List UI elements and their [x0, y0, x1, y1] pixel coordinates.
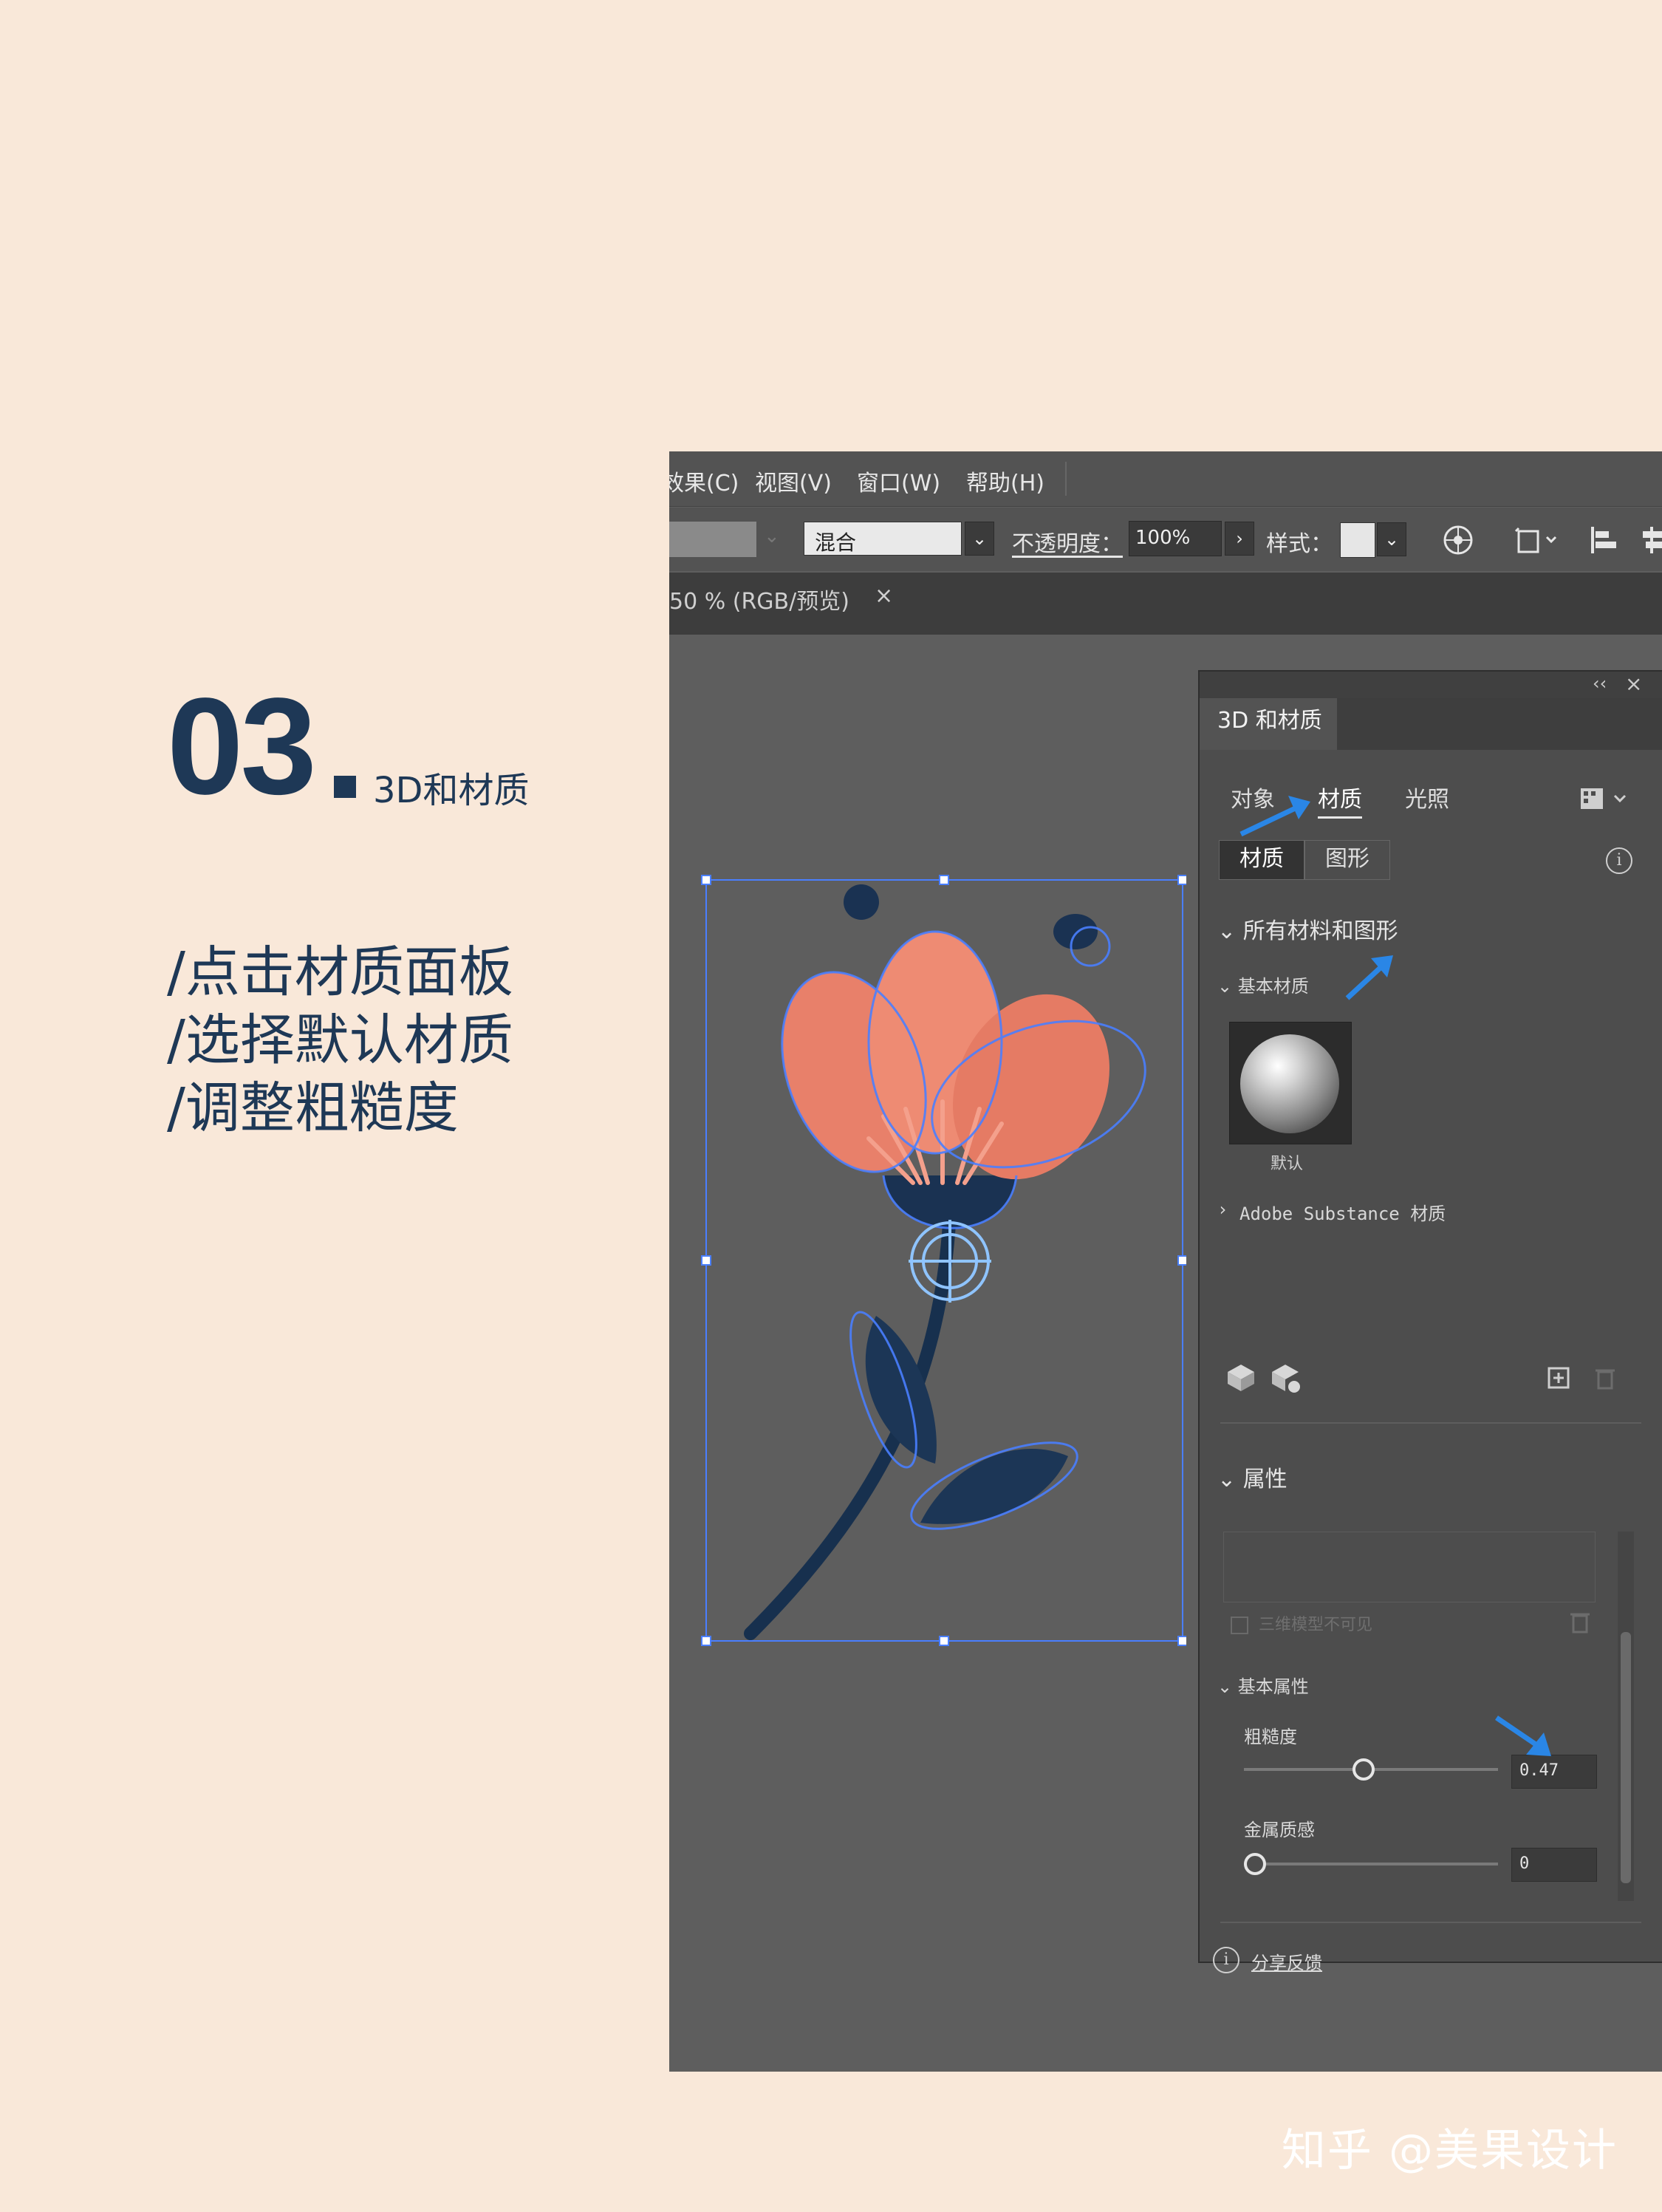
- menu-help[interactable]: 帮助(H): [966, 465, 1044, 497]
- apply-material-icon[interactable]: [1222, 1359, 1303, 1396]
- panel-menu-icon[interactable]: [1578, 784, 1629, 813]
- style-label: 样式：: [1266, 531, 1333, 557]
- properties-heading[interactable]: ⌄ 属性: [1217, 1461, 1287, 1493]
- close-icon[interactable]: ×: [875, 583, 893, 609]
- divider: [1220, 1922, 1641, 1923]
- menu-view[interactable]: 视图(V): [755, 465, 832, 497]
- leaf-lower: [920, 1449, 1068, 1524]
- align-left-icon[interactable]: [1588, 524, 1621, 556]
- 3d-materials-panel: ‹‹ × 3D 和材质 对象 材质 光照 材质 图形 i ⌄ 所有材料和图形 ⌄…: [1198, 670, 1662, 1973]
- tab-materials[interactable]: 材质: [1318, 781, 1362, 819]
- flower-artwork[interactable]: [699, 873, 1186, 1648]
- sphere-preview: [1240, 1034, 1339, 1133]
- basic-materials-heading[interactable]: ⌄ 基本材质: [1217, 972, 1309, 997]
- chevron-down-icon: ⌄: [1217, 1676, 1238, 1697]
- opacity-label[interactable]: 不透明度：: [1012, 525, 1123, 558]
- menu-bar: 效果(C) 视图(V) 窗口(W) 帮助(H): [669, 451, 1662, 507]
- chevron-down-icon: ⌄: [971, 528, 988, 549]
- scrollbar-thumb[interactable]: [1621, 1632, 1631, 1883]
- opacity-expand-button[interactable]: ›: [1225, 522, 1254, 556]
- illustrator-window: 效果(C) 视图(V) 窗口(W) 帮助(H) ⌄ 混合 ⌄ 不透明度： 100…: [669, 451, 1662, 2072]
- segment-materials[interactable]: 材质: [1219, 840, 1304, 880]
- trash-icon[interactable]: [1594, 1366, 1616, 1391]
- close-icon[interactable]: ×: [1625, 672, 1642, 696]
- substance-materials-heading[interactable]: › Adobe Substance 材质: [1217, 1199, 1446, 1225]
- annotation-arrow-icon: [1239, 796, 1310, 837]
- step-number-dot: [334, 776, 356, 798]
- bud-right: [1053, 914, 1098, 949]
- info-icon[interactable]: i: [1213, 1947, 1239, 1973]
- info-icon[interactable]: i: [1606, 847, 1632, 874]
- chevron-down-icon[interactable]: ⌄: [764, 525, 780, 547]
- metallic-slider-knob[interactable]: [1244, 1853, 1266, 1875]
- tab-lighting[interactable]: 光照: [1405, 781, 1449, 813]
- blend-mode-field[interactable]: 混合: [804, 522, 962, 556]
- segment-graphics[interactable]: 图形: [1304, 840, 1390, 880]
- invisible-checkbox[interactable]: [1231, 1617, 1248, 1634]
- roughness-slider-track[interactable]: [1244, 1758, 1498, 1781]
- chevron-down-icon: ⌄: [1217, 976, 1238, 997]
- panel-title-tab[interactable]: 3D 和材质: [1200, 698, 1337, 750]
- instruction-item: /选择默认材质: [167, 1008, 513, 1072]
- trash-icon[interactable]: [1569, 1610, 1591, 1635]
- chevron-down-icon: ⌄: [1384, 529, 1400, 550]
- menu-separator: [1065, 462, 1067, 496]
- properties-list: [1223, 1532, 1596, 1602]
- opacity-input[interactable]: 100%: [1129, 521, 1222, 556]
- step-number: 03: [167, 670, 317, 823]
- metallic-input[interactable]: 0: [1511, 1848, 1597, 1882]
- default-material-label: 默认: [1271, 1155, 1304, 1173]
- roughness-label: 粗糙度: [1244, 1727, 1297, 1747]
- basic-properties-heading[interactable]: ⌄ 基本属性: [1217, 1672, 1309, 1698]
- invisible-checkbox-row[interactable]: 三维模型不可见: [1231, 1611, 1372, 1635]
- blend-mode-dropdown[interactable]: ⌄: [965, 522, 994, 556]
- chevron-down-icon: ⌄: [1217, 918, 1243, 944]
- menu-effect[interactable]: 效果(C): [669, 465, 739, 497]
- share-feedback-link[interactable]: 分享反馈: [1251, 1948, 1322, 1974]
- all-materials-heading[interactable]: ⌄ 所有材料和图形: [1217, 912, 1398, 945]
- stroke-field[interactable]: [669, 522, 756, 557]
- default-material-thumbnail[interactable]: [1229, 1022, 1352, 1144]
- collapse-icon[interactable]: ‹‹: [1593, 673, 1607, 694]
- chevron-right-icon: ›: [1217, 1199, 1228, 1220]
- annotation-arrow-icon: [1495, 1716, 1551, 1756]
- bud-left: [844, 884, 879, 920]
- align-center-icon[interactable]: [1637, 524, 1662, 556]
- instruction-item: /调整粗糙度: [167, 1076, 459, 1140]
- rotate-widget[interactable]: [909, 1220, 991, 1303]
- document-tab[interactable]: 50 % (RGB/预览): [669, 583, 849, 615]
- style-swatch[interactable]: [1340, 522, 1375, 558]
- recolor-icon[interactable]: [1442, 524, 1474, 556]
- annotation-arrow-icon: [1345, 955, 1393, 1000]
- style-dropdown[interactable]: ⌄: [1377, 522, 1406, 556]
- watermark: 知乎 @美果设计: [1281, 2125, 1618, 2177]
- instruction-list: /点击材质面板 /选择默认材质 /调整粗糙度: [167, 938, 513, 1142]
- roughness-slider-knob[interactable]: [1352, 1758, 1375, 1781]
- metallic-label: 金属质感: [1244, 1820, 1315, 1840]
- add-icon[interactable]: [1547, 1366, 1572, 1391]
- chevron-right-icon: ›: [1236, 528, 1243, 549]
- transform-icon[interactable]: [1514, 524, 1562, 556]
- chevron-down-icon: ⌄: [1217, 1467, 1243, 1492]
- instruction-item: /点击材质面板: [167, 941, 513, 1004]
- divider: [1220, 1422, 1641, 1424]
- menu-window[interactable]: 窗口(W): [857, 465, 940, 497]
- metallic-slider-track[interactable]: [1244, 1853, 1498, 1875]
- step-title: 3D和材质: [373, 770, 530, 811]
